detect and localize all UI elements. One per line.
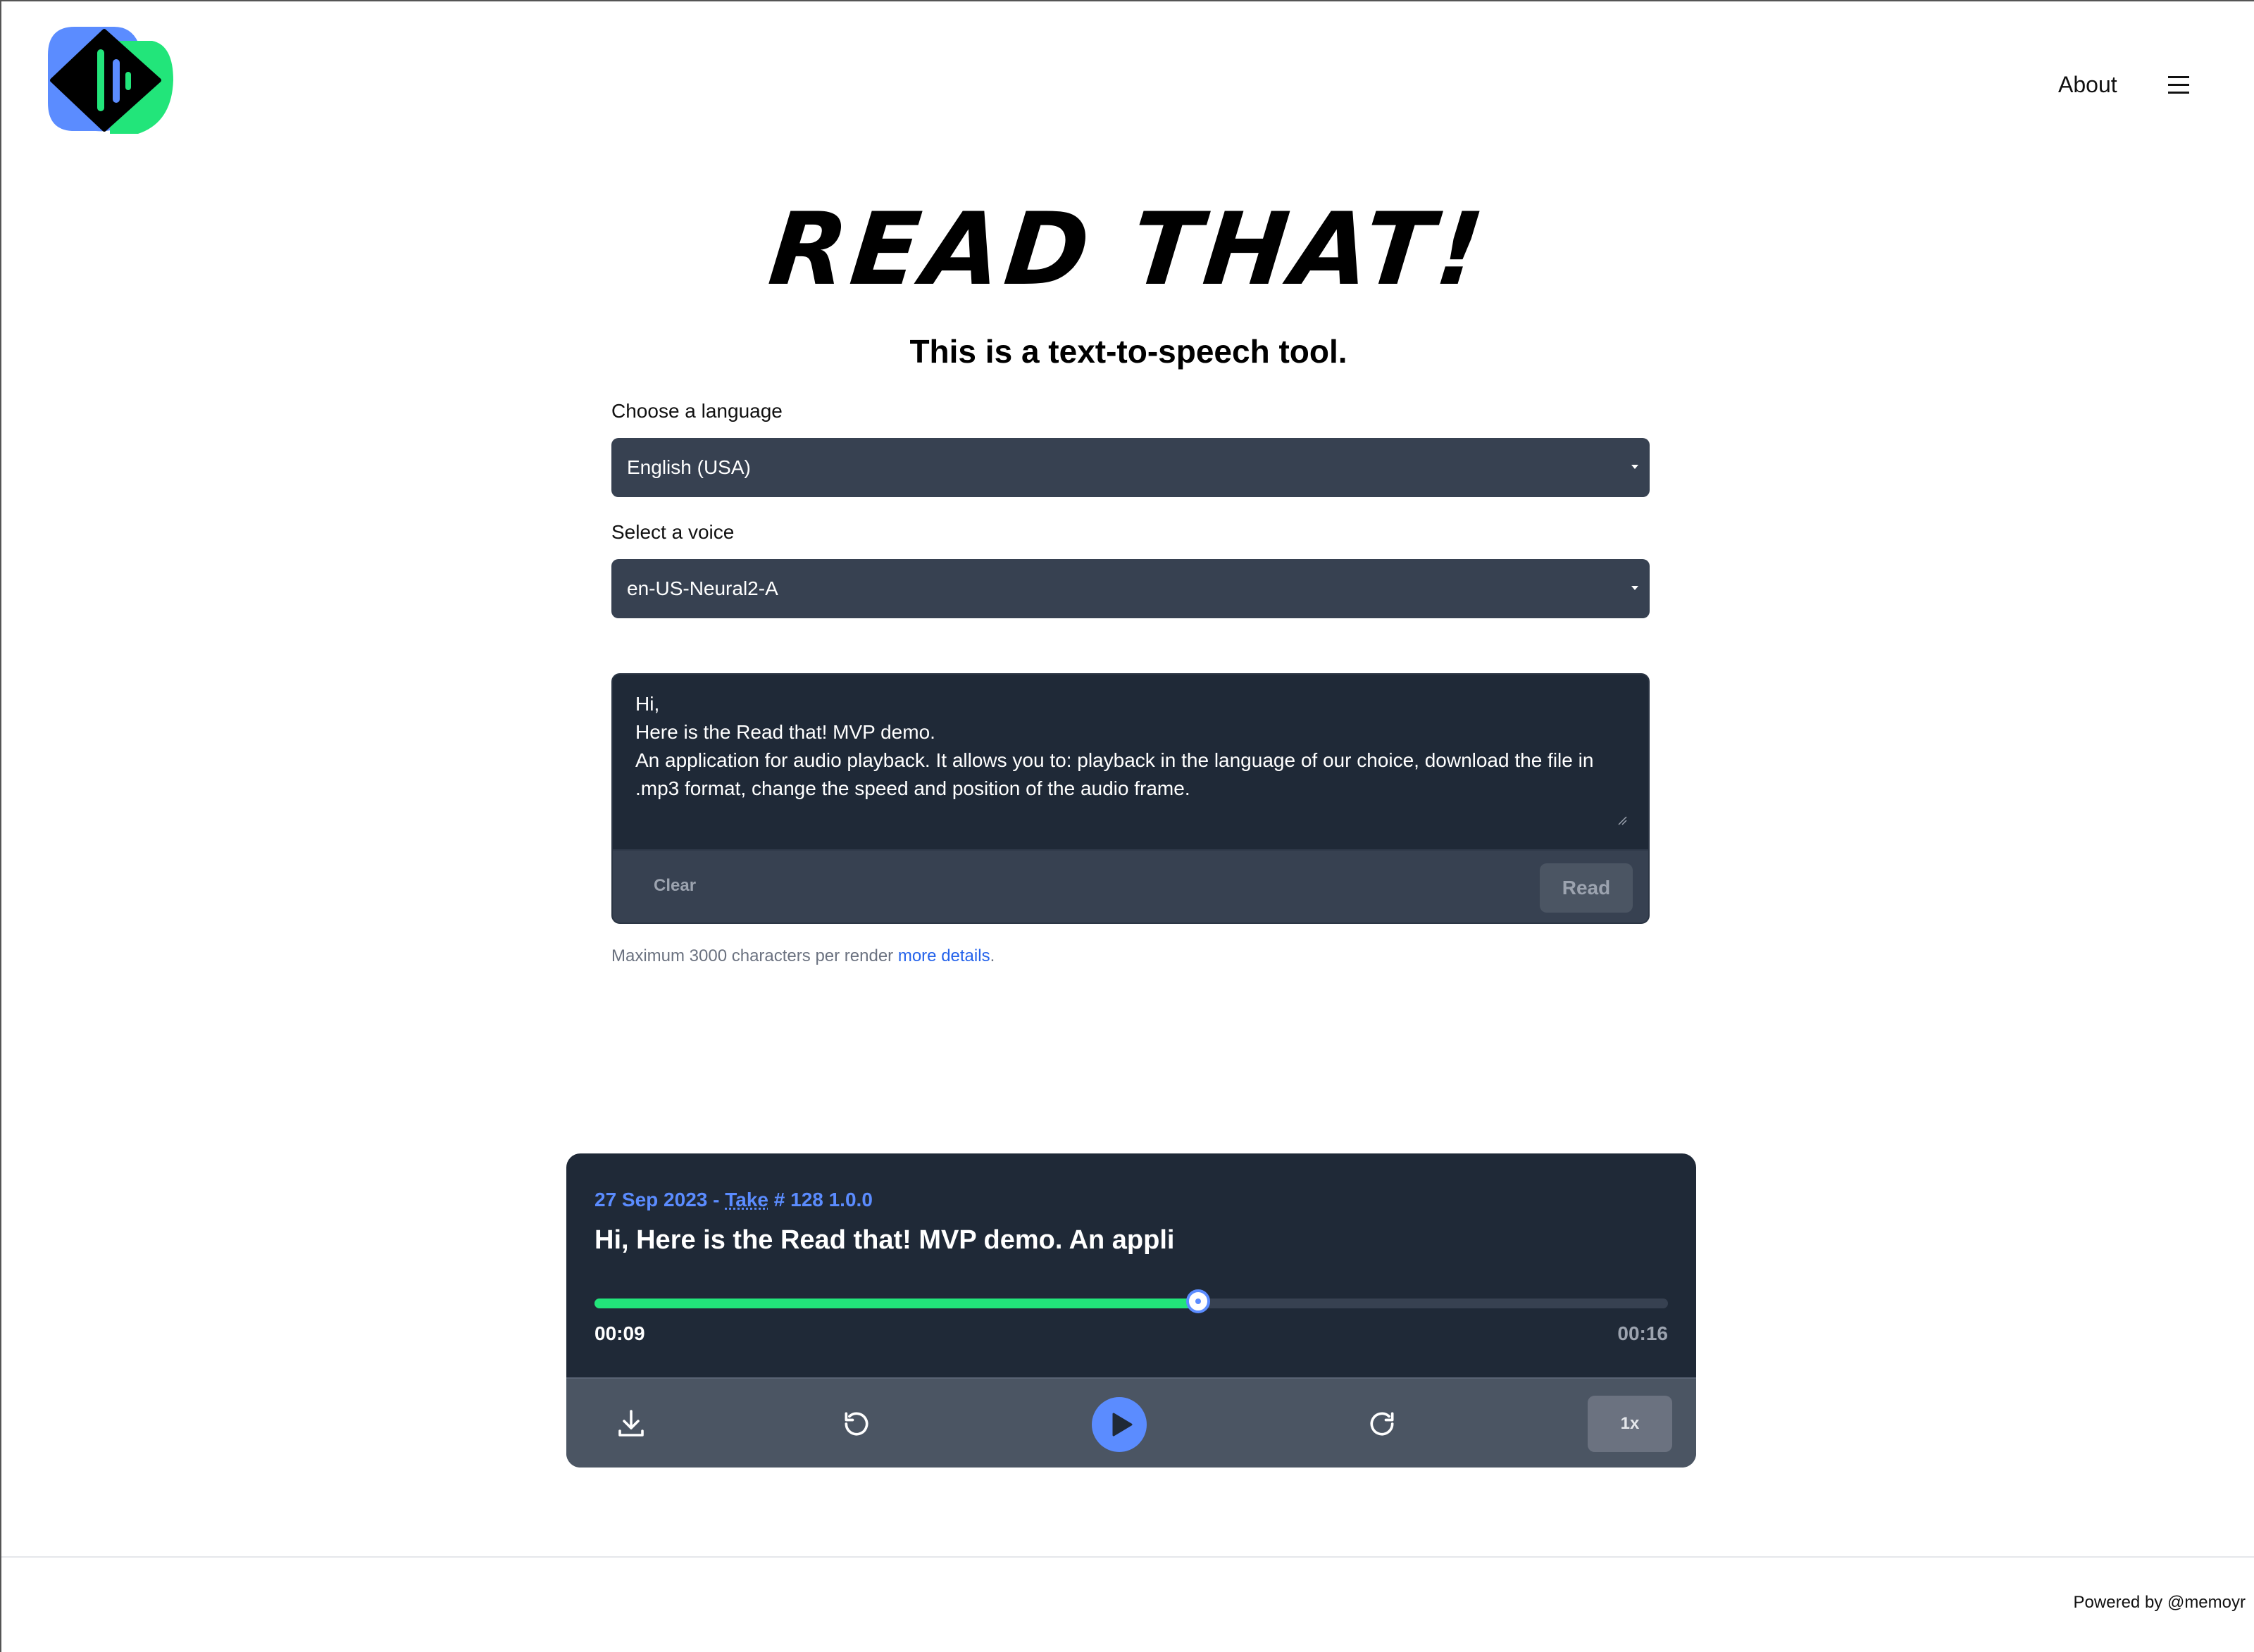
powered-by: Powered by @memoyr	[2073, 1593, 2246, 1612]
language-select[interactable]: English (USA)	[611, 438, 1650, 497]
track-date: 27 Sep 2023 -	[594, 1189, 726, 1210]
download-icon[interactable]	[614, 1407, 648, 1441]
read-that-logo[interactable]	[46, 24, 176, 137]
footer-divider	[1, 1556, 2254, 1558]
read-button[interactable]: Read	[1540, 863, 1633, 913]
hint-suffix: .	[990, 946, 995, 965]
language-label: Choose a language	[611, 400, 783, 422]
take-link[interactable]: Take	[725, 1189, 768, 1210]
audio-player: 27 Sep 2023 - Take # 128 1.0.0 Hi, Here …	[566, 1153, 1696, 1468]
chevron-down-icon	[1631, 465, 1638, 469]
text-editor: Hi, Here is the Read that! MVP demo. An …	[611, 673, 1650, 924]
progress-thumb[interactable]	[1186, 1289, 1211, 1313]
voice-select-value: en-US-Neural2-A	[627, 577, 778, 599]
track-meta: 27 Sep 2023 - Take # 128 1.0.0	[594, 1189, 873, 1211]
playback-speed-button[interactable]: 1x	[1588, 1396, 1672, 1452]
hamburger-menu-icon[interactable]	[2168, 76, 2189, 94]
voice-select[interactable]: en-US-Neural2-A	[611, 559, 1650, 618]
play-button[interactable]	[1092, 1397, 1147, 1452]
text-input[interactable]: Hi, Here is the Read that! MVP demo. An …	[635, 690, 1614, 831]
voice-label: Select a voice	[611, 521, 735, 543]
forward-icon[interactable]	[1366, 1408, 1397, 1439]
player-controls: 1x	[566, 1377, 1696, 1468]
resize-handle-icon[interactable]	[1617, 815, 1627, 825]
editor-toolbar: Clear Read	[613, 849, 1648, 922]
page-title: READ THAT!	[764, 192, 1493, 308]
more-details-link[interactable]: more details	[898, 946, 990, 965]
current-time: 00:09	[594, 1322, 645, 1344]
nav-about-link[interactable]: About	[2058, 72, 2117, 98]
hint-text: Maximum 3000 characters per render	[611, 946, 898, 965]
clear-button[interactable]: Clear	[654, 876, 696, 896]
total-time: 00:16	[1617, 1322, 1668, 1344]
play-icon	[1112, 1413, 1133, 1437]
progress-slider[interactable]	[594, 1289, 1668, 1313]
track-title: Hi, Here is the Read that! MVP demo. An …	[594, 1225, 1175, 1255]
rewind-icon[interactable]	[841, 1408, 872, 1439]
language-select-value: English (USA)	[627, 456, 751, 478]
page-subtitle: This is a text-to-speech tool.	[909, 333, 1347, 370]
progress-fill	[594, 1299, 1199, 1308]
chevron-down-icon	[1631, 586, 1638, 590]
character-limit-hint: Maximum 3000 characters per render more …	[611, 946, 995, 966]
take-info: # 128 1.0.0	[768, 1189, 873, 1210]
